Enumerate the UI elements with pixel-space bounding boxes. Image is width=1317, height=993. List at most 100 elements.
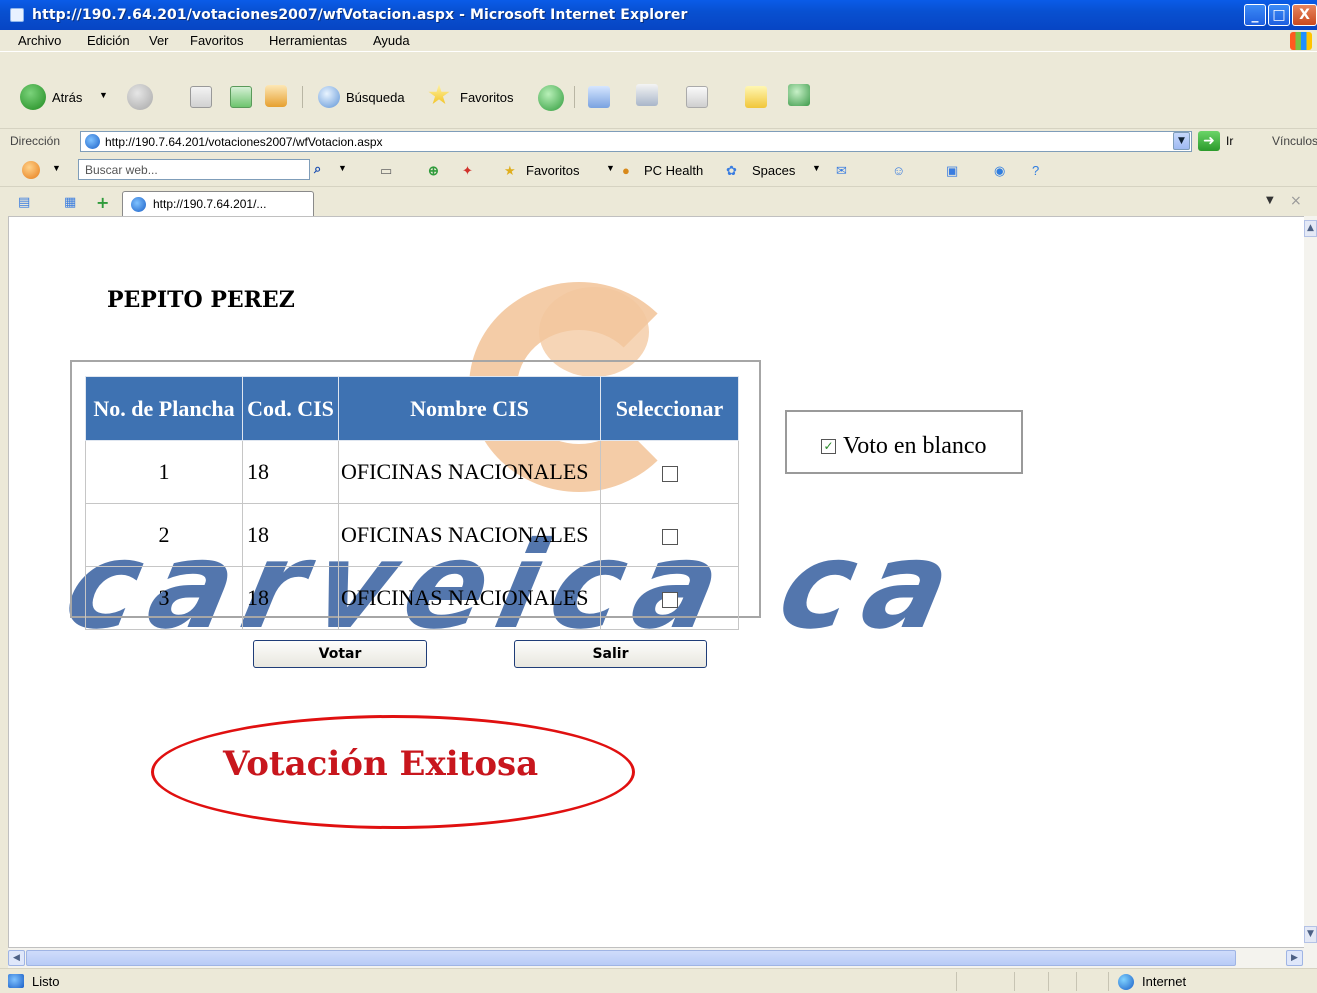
search-options-icon[interactable]: ▼ [338,163,347,173]
go-arrow-icon[interactable]: ➜ [1198,131,1220,151]
mail-icon[interactable] [588,86,610,108]
highlight-icon[interactable]: ▭ [380,163,392,179]
menu-herramientas[interactable]: Herramientas [269,33,347,48]
standard-toolbar: Atrás ▼ Búsqueda Favoritos [0,52,1317,128]
add-icon[interactable]: ⊕ [428,163,439,179]
header-plancha: No. de Plancha [85,376,243,441]
select-checkbox[interactable] [661,591,678,608]
select-checkbox[interactable] [661,465,678,482]
search-go-icon[interactable]: ⌕ [314,161,321,177]
select-cell [600,566,739,630]
history-icon[interactable] [538,85,564,111]
plancha-cell: 2 [85,503,243,567]
search-label[interactable]: Búsqueda [346,90,405,105]
ie-icon [10,8,24,22]
scroll-right-icon[interactable]: ▶ [1286,950,1303,966]
cod-cis-cell: 18 [242,503,339,567]
menu-edicion[interactable]: Edición [87,33,130,48]
notes-icon[interactable] [745,86,767,108]
address-url[interactable]: http://190.7.64.201/votaciones2007/wfVot… [105,135,383,149]
favorites-dropdown-icon[interactable]: ▼ [606,163,615,173]
tab-bar: ▤ ▦ + http://190.7.64.201/... ▼ × [0,186,1317,217]
nombre-cis-cell: OFICINAS NACIONALES [338,503,601,567]
select-checkbox[interactable] [661,528,678,545]
quick-tabs-icon[interactable]: ▦ [64,195,76,210]
vertical-scrollbar[interactable]: ▲ ▼ [1304,216,1317,948]
msn-dropdown-icon[interactable]: ▼ [52,163,61,173]
table-row: 1 18 OFICINAS NACIONALES [85,440,739,504]
address-label: Dirección [10,134,61,148]
select-cell [600,440,739,504]
butterfly-icon[interactable]: ✦ [462,163,473,179]
menu-ver[interactable]: Ver [149,33,169,48]
address-bar: Dirección http://190.7.64.201/votaciones… [0,128,1317,154]
candidates-table: No. de Plancha Cod. CIS Nombre CIS Selec… [85,376,739,630]
address-dropdown-icon[interactable]: ▼ [1173,132,1190,150]
spaces-dropdown-icon[interactable]: ▼ [812,163,821,173]
help-icon[interactable]: ? [1032,163,1039,178]
back-label[interactable]: Atrás [52,90,82,105]
refresh-icon[interactable] [230,86,252,108]
status-divider [1014,972,1015,991]
spaces-icon[interactable]: ✿ [726,163,737,179]
print-icon[interactable] [636,84,658,106]
address-input[interactable]: http://190.7.64.201/votaciones2007/wfVot… [80,131,1192,152]
scroll-left-icon[interactable]: ◀ [8,950,25,966]
status-bar: Listo Internet [0,968,1317,993]
new-tab-icon[interactable]: + [96,193,109,212]
scroll-thumb[interactable] [26,950,1236,966]
search-toolbar: ▼ Buscar web... ⌕ ▼ ▭ ⊕ ✦ ★ Favoritos ▼ … [0,155,1317,185]
web-search-input[interactable]: Buscar web... [78,159,310,180]
salir-button[interactable]: Salir [514,640,707,668]
toolbar-separator [574,86,575,108]
links-label[interactable]: Vínculos [1272,134,1317,148]
page-icon [85,134,100,149]
title-bar: http://190.7.64.201/votaciones2007/wfVot… [0,0,1317,30]
favorites-icon[interactable]: ★ [504,163,516,179]
minimize-button[interactable]: _ [1244,4,1266,26]
header-nombre-cis: Nombre CIS [338,376,601,441]
tab-current[interactable]: http://190.7.64.201/... [122,191,314,217]
stop-icon[interactable] [190,86,212,108]
favorites-label[interactable]: Favoritos [460,90,513,105]
back-icon[interactable] [20,84,46,110]
rss-icon[interactable]: ▣ [946,163,958,179]
pc-health-link[interactable]: PC Health [644,163,703,178]
result-message: Votación Exitosa [223,744,539,784]
plancha-cell: 3 [85,566,243,630]
scroll-down-icon[interactable]: ▼ [1304,926,1317,943]
mail-icon[interactable]: ✉ [836,163,847,179]
home-icon[interactable] [265,85,287,107]
pc-health-icon[interactable]: ● [622,163,630,178]
menu-archivo[interactable]: Archivo [18,33,61,48]
menu-bar: Archivo Edición Ver Favoritos Herramient… [0,30,1317,52]
close-button[interactable]: X [1292,4,1317,26]
tab-list-icon[interactable]: ▤ [18,195,30,210]
tools-icon[interactable]: ◉ [994,163,1005,179]
messenger-icon[interactable] [788,84,810,106]
header-cod-cis: Cod. CIS [242,376,339,441]
edit-icon[interactable] [686,86,708,108]
horizontal-scrollbar[interactable]: ◀ ▶ [8,948,1317,968]
favorites-star-icon[interactable] [428,84,450,105]
table-row: 2 18 OFICINAS NACIONALES [85,503,739,567]
spaces-link[interactable]: Spaces [752,163,795,178]
menu-ayuda[interactable]: Ayuda [373,33,410,48]
favorites-link[interactable]: Favoritos [526,163,579,178]
maximize-button[interactable]: □ [1268,4,1290,26]
status-text: Listo [32,974,60,989]
search-icon[interactable] [318,86,340,108]
back-dropdown-icon[interactable]: ▼ [99,90,108,100]
menu-favoritos[interactable]: Favoritos [190,33,243,48]
contacts-icon[interactable]: ☺ [892,163,905,178]
forward-icon[interactable] [127,84,153,110]
scroll-up-icon[interactable]: ▲ [1304,220,1317,237]
tab-menu-icon[interactable]: ▼ [1266,195,1274,206]
msn-icon[interactable] [22,161,40,179]
blank-vote-label[interactable]: Voto en blanco [817,431,987,461]
close-tab-icon[interactable]: × [1290,193,1302,209]
nombre-cis-cell: OFICINAS NACIONALES [338,440,601,504]
go-button[interactable]: Ir [1226,134,1233,148]
status-divider [1048,972,1049,991]
votar-button[interactable]: Votar [253,640,427,668]
